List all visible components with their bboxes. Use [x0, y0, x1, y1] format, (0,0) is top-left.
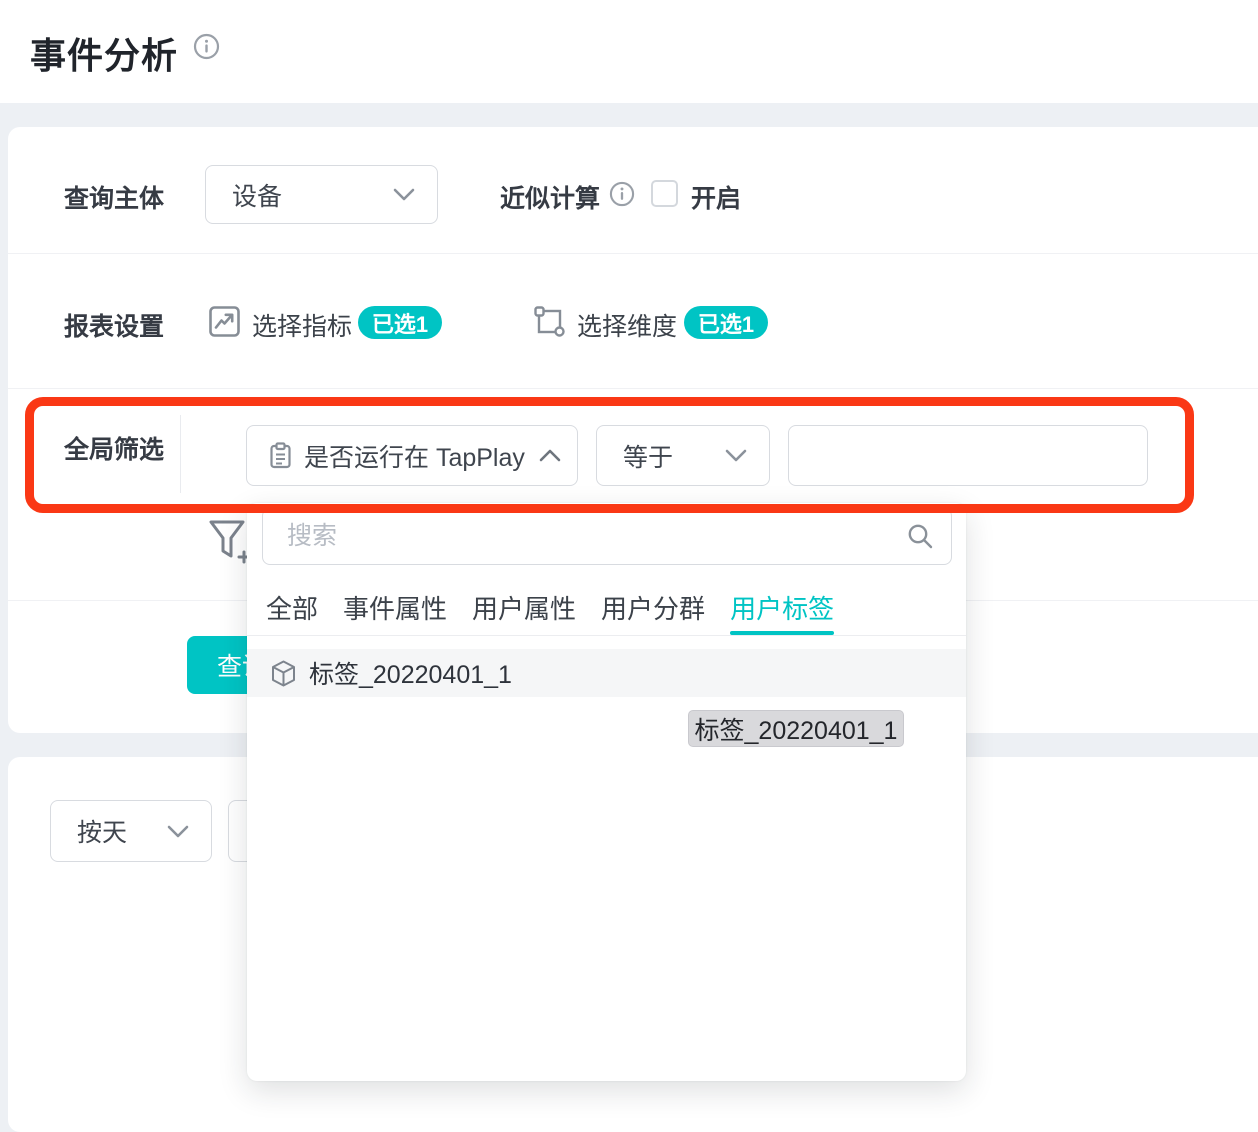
chevron-down-icon	[725, 449, 747, 462]
approx-calc-toggle-label: 开启	[691, 179, 741, 215]
add-filter-funnel-icon[interactable]	[208, 519, 250, 567]
tab-all[interactable]: 全部	[266, 580, 318, 635]
dimension-selected-badge: 已选1	[684, 306, 768, 339]
cube-icon	[271, 660, 296, 687]
search-input[interactable]	[262, 508, 952, 565]
property-picker-panel: 全部 事件属性 用户属性 用户分群 用户标签 标签_20220401_1	[247, 503, 966, 1081]
metric-selected-badge: 已选1	[358, 306, 442, 339]
chevron-down-icon	[393, 188, 415, 201]
tab-user-segments[interactable]: 用户分群	[601, 580, 705, 635]
chevron-up-icon	[539, 449, 561, 462]
property-tabs: 全部 事件属性 用户属性 用户分群 用户标签	[247, 580, 966, 636]
metric-chart-icon	[208, 305, 241, 338]
row-divider	[8, 253, 1258, 254]
list-item-label: 标签_20220401_1	[309, 655, 512, 691]
approx-calc-info-icon[interactable]	[609, 181, 636, 208]
page-title: 事件分析	[30, 27, 178, 79]
global-filter-label: 全局筛选	[64, 430, 164, 466]
tab-user-tags[interactable]: 用户标签	[730, 580, 834, 635]
row-divider	[8, 388, 1258, 389]
tab-user-properties[interactable]: 用户属性	[472, 580, 576, 635]
chevron-down-icon	[167, 825, 189, 838]
title-info-icon[interactable]	[193, 33, 220, 60]
time-granularity-select[interactable]: 按天	[50, 800, 212, 862]
filter-operator-value: 等于	[597, 438, 725, 474]
approx-calc-label: 近似计算	[500, 179, 600, 215]
tab-event-properties[interactable]: 事件属性	[343, 580, 447, 635]
select-dimension-button[interactable]: 选择维度	[577, 307, 677, 343]
search-icon	[907, 523, 934, 550]
query-subject-value: 设备	[206, 177, 393, 213]
dimension-icon	[533, 305, 566, 338]
query-subject-select[interactable]: 设备	[205, 165, 438, 224]
select-metric-button[interactable]: 选择指标	[252, 307, 352, 343]
page-header: 事件分析	[0, 0, 1258, 103]
filter-operator-select[interactable]: 等于	[596, 425, 770, 486]
filter-value-input[interactable]	[788, 425, 1148, 486]
filter-property-dropdown[interactable]: 是否运行在 TapPlay	[246, 425, 578, 486]
approx-calc-checkbox[interactable]	[651, 180, 678, 207]
query-subject-label: 查询主体	[64, 179, 164, 215]
tooltip: 标签_20220401_1	[688, 710, 904, 747]
filter-property-value: 是否运行在 TapPlay	[304, 438, 525, 474]
list-item-tag[interactable]: 标签_20220401_1	[247, 649, 966, 697]
time-granularity-value: 按天	[51, 813, 167, 849]
vertical-divider	[180, 415, 181, 493]
clipboard-icon	[269, 442, 292, 469]
report-settings-label: 报表设置	[64, 307, 164, 343]
